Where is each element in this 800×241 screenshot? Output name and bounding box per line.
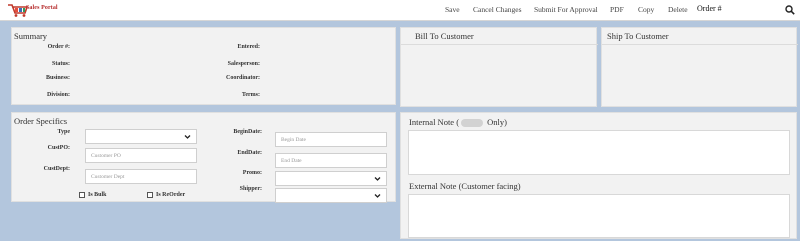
search-icon[interactable] <box>785 5 795 15</box>
is-reorder-label: Is ReOrder <box>156 192 186 198</box>
ship-to-panel: Ship To Customer <box>601 27 798 107</box>
order-number-field-label: Order #: <box>47 44 70 50</box>
redacted-text <box>461 119 484 128</box>
order-specifics-title: Order Specifics <box>14 116 68 126</box>
internal-note-textarea[interactable] <box>408 130 790 175</box>
order-number-label: Order # <box>697 4 722 13</box>
external-note-title: External Note (Customer facing) <box>409 181 521 191</box>
type-select[interactable] <box>85 129 197 144</box>
chevron-down-icon <box>374 194 381 198</box>
is-reorder-checkbox[interactable] <box>147 192 153 198</box>
shipper-label: Shipper: <box>239 186 262 192</box>
begindate-input[interactable]: Begin Date <box>275 132 387 147</box>
cancel-changes-button[interactable]: Cancel Changes <box>473 5 522 14</box>
chevron-down-icon <box>374 177 381 181</box>
copy-button[interactable]: Copy <box>638 5 654 14</box>
chevron-down-icon <box>184 135 191 139</box>
status-label: Status: <box>51 61 70 67</box>
notes-panel: Internal Note ( Only) External Note (Cus… <box>400 112 797 239</box>
top-toolbar: Sales Portal Save Cancel Changes Submit … <box>0 0 800 21</box>
is-bulk-label: Is Bulk <box>88 192 107 198</box>
summary-panel: Summary Order #: Status: Business: Divis… <box>11 27 396 105</box>
app-logo-text: Sales Portal <box>26 5 58 11</box>
business-label: Business: <box>45 75 70 81</box>
external-note-textarea[interactable] <box>408 194 790 238</box>
bill-to-title: Bill To Customer <box>415 31 474 41</box>
salesperson-label: Salesperson: <box>227 61 260 67</box>
enddate-input[interactable]: End Date <box>275 153 387 168</box>
custpo-label: CustPO: <box>47 145 70 151</box>
is-bulk-checkbox[interactable] <box>79 192 85 198</box>
save-button[interactable]: Save <box>445 5 460 14</box>
order-specifics-panel: Order Specifics Type CustPO: Customer PO… <box>11 112 396 203</box>
summary-title: Summary <box>14 31 48 41</box>
entered-label: Entered: <box>237 44 260 50</box>
type-label: Type <box>57 129 70 135</box>
delete-button[interactable]: Delete <box>668 5 688 14</box>
ship-to-title: Ship To Customer <box>607 31 669 41</box>
promo-label: Promo: <box>242 170 262 176</box>
begindate-label: BeginDate: <box>233 129 262 135</box>
custdept-label: CustDept: <box>43 166 70 172</box>
pdf-button[interactable]: PDF <box>610 5 624 14</box>
promo-select[interactable] <box>275 171 387 186</box>
bill-to-divider <box>401 44 598 45</box>
custdept-input[interactable]: Customer Dept <box>85 169 197 184</box>
custpo-input[interactable]: Customer PO <box>85 148 197 163</box>
enddate-label: EndDate: <box>237 150 262 156</box>
terms-label: Terms: <box>241 92 260 98</box>
bill-to-panel: Bill To Customer <box>400 27 598 107</box>
internal-note-title: Internal Note ( Only) <box>409 117 508 128</box>
coordinator-label: Coordinator: <box>226 75 260 81</box>
division-label: Division: <box>46 92 70 98</box>
submit-for-approval-button[interactable]: Submit For Approval <box>534 5 598 14</box>
shipper-select[interactable] <box>275 188 387 203</box>
ship-to-divider <box>602 44 798 45</box>
